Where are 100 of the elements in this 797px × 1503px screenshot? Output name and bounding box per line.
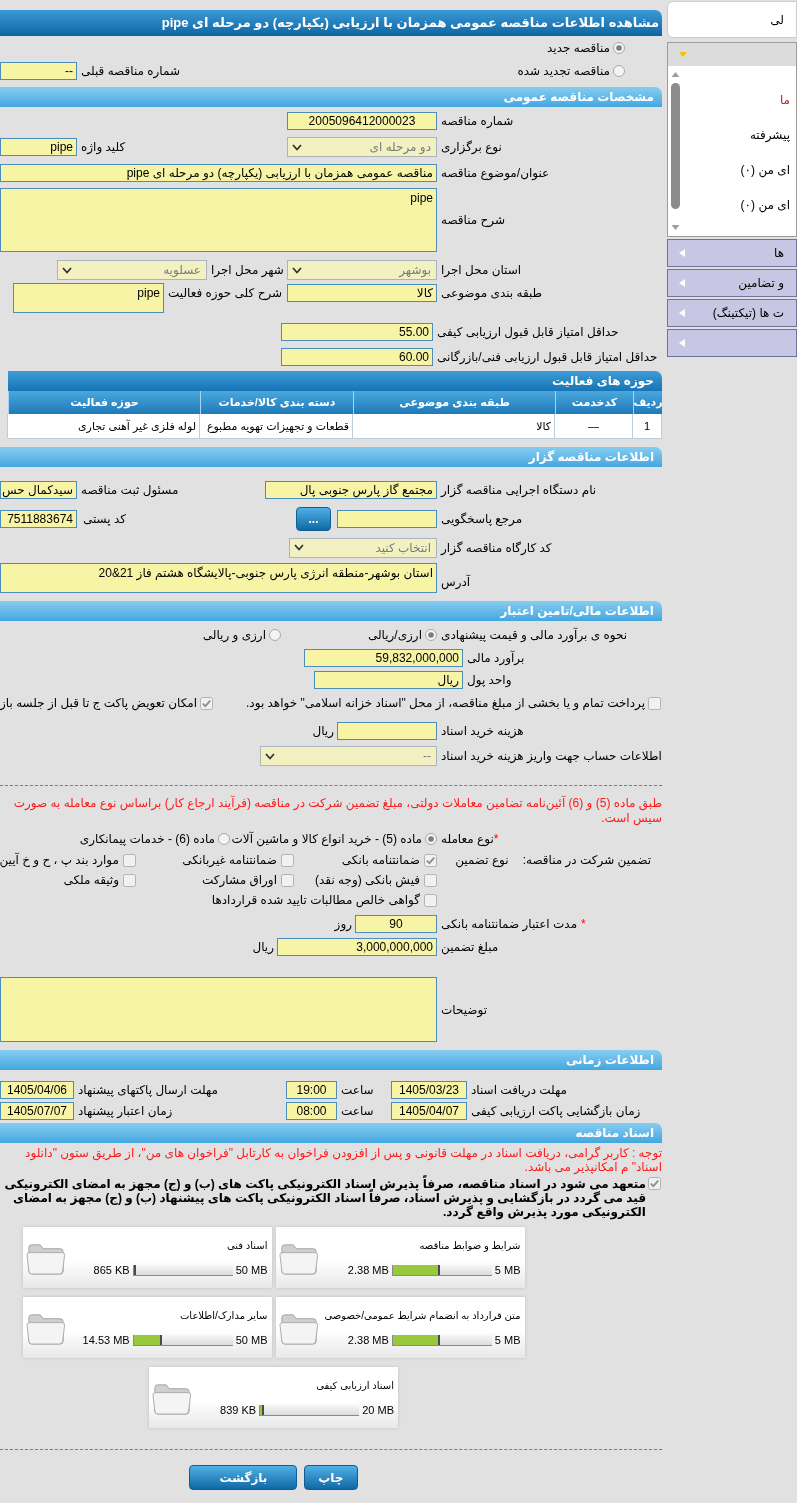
checkbox[interactable]	[648, 1177, 661, 1190]
text-area[interactable]: pipe	[0, 188, 437, 252]
checkbox[interactable]	[123, 873, 136, 887]
field-label: هزینه خرید اسناد	[441, 723, 524, 740]
field-label: ساعت	[341, 1081, 374, 1099]
text-area[interactable]	[0, 977, 437, 1042]
menu-button[interactable]: ت ها (تیکتینگ)	[667, 299, 797, 327]
size-limit: 5 MB	[494, 1263, 521, 1278]
text-area[interactable]: استان بوشهر-منطقه انرژی پارس جنوبی-پالایشگاه هشتم فاز 21&20	[0, 563, 437, 593]
size-limit: 20 MB	[362, 1403, 394, 1418]
dropdown[interactable]: دو مرحله ای	[287, 137, 437, 157]
field-label: شماره مناقصه قبلی	[81, 62, 180, 80]
text-field[interactable]: ریال	[314, 670, 463, 689]
field-label: زمان بازگشایی پاکت ارزیابی کیفی	[471, 1102, 641, 1120]
option-label: ضمانتنامه بانکی	[341, 852, 420, 869]
menu-link[interactable]: پیشرفته	[681, 117, 796, 152]
file-size: 14.53 MB	[82, 1333, 130, 1348]
text-field[interactable]: 3,000,000,000	[277, 937, 437, 956]
field-label: مهلت ارسال پاکتهای پیشنهاد	[78, 1081, 218, 1099]
field-label: مهلت دریافت اسناد	[471, 1081, 568, 1099]
text-field[interactable]: 7511883674	[0, 509, 77, 528]
radio-button[interactable]	[613, 41, 625, 54]
option-label: امکان تعویض پاکت ج تا قبل از جلسه باز	[0, 695, 198, 712]
text-field[interactable]: سیدکمال حس	[0, 481, 77, 499]
menu-link[interactable]: ما	[681, 82, 796, 117]
section-header: مشخصات مناقصه عمومی	[0, 87, 662, 107]
commitment-text: متعهد می شود در اسناد مناقصه، صرفاً پذیرش اسناد الکترونیکی پاکت های (ب) و (ج) مجهز به امضای الکترونیکی قید می گردد در بازگشایی و پذیرش اسناد، صرفاً اسناد الکترونیکی پاکت های پیشنهاد (ب) و (ج) مجهز به امضای الکترونیکی مورد پذیرش واقع گردد.	[3, 1177, 646, 1219]
browse-button[interactable]: ...	[296, 506, 331, 531]
section-header: اطلاعات زمانی	[0, 1050, 662, 1070]
notice-text: توجه : کاربر گرامی، دریافت اسناد در مهلت قانونی و پس از افزودن فراخوان به کارتابل "فراخوان های من"، از طریق ستون "دانلود اسناد" م امکانپذیر می باشد.	[24, 1146, 662, 1174]
checkbox[interactable]	[200, 696, 214, 710]
notice-text: طبق ماده (5) و (6) آئین‌نامه تضامین معاملات دولتی، مبلغ تضمین شرکت در مناقصه (فرآیند ارجاع کار) براساس نوع معامله به صورت سیس است.	[12, 796, 662, 826]
field-label: مدت اعتبار ضمانتنامه بانکی	[441, 915, 578, 933]
text-field[interactable]: مجتمع گاز پارس جنوبی پال	[265, 481, 437, 499]
radio-button[interactable]	[613, 64, 625, 77]
radio-button[interactable]	[425, 629, 437, 641]
radio-label: مناقصه تجدید شده	[517, 62, 610, 80]
text-field[interactable]: مناقصه عمومی همزمان با ارزیابی (یکپارچه) دو مرحله ای pipe	[0, 164, 437, 182]
dropdown[interactable]: --	[260, 746, 437, 766]
chevron-down-icon	[62, 266, 72, 274]
back-button[interactable]: بازگشت	[189, 1465, 298, 1490]
text-field[interactable]: 90	[355, 914, 437, 933]
text-field[interactable]: 08:00	[286, 1101, 337, 1120]
checkbox[interactable]	[424, 853, 437, 867]
field-label: نوع برگزاری	[441, 139, 502, 156]
chevron-down-icon	[265, 752, 275, 760]
menu-button[interactable]: ها	[667, 239, 797, 267]
table-cell: قطعات و تجهیزات تهویه مطبوع	[199, 414, 352, 438]
text-field[interactable]: 1405/04/07	[391, 1101, 467, 1120]
checkbox[interactable]	[281, 853, 294, 867]
file-size: 865 KB	[93, 1263, 130, 1278]
checkbox[interactable]	[424, 893, 437, 907]
checkbox[interactable]	[281, 873, 294, 887]
text-area[interactable]: pipe	[13, 283, 164, 313]
text-field[interactable]: کالا	[287, 284, 437, 302]
file-name: اسناد فنی	[226, 1239, 268, 1252]
field-label: نوع معامله	[441, 831, 494, 848]
radio-label: ارزی و ریالی	[202, 627, 266, 644]
radio-button[interactable]	[218, 833, 230, 845]
text-field[interactable]: 59,832,000,000	[304, 648, 463, 667]
field-label: تضمین شرکت در مناقصه:	[522, 852, 651, 869]
text-field[interactable]: 2005096412000023	[287, 112, 437, 130]
text-field[interactable]: 60.00	[281, 347, 433, 366]
field-label: کلید واژه	[81, 139, 126, 156]
size-limit: 5 MB	[494, 1333, 521, 1348]
text-field[interactable]	[337, 722, 437, 740]
field-label: اطلاعات حساب جهت واریز هزینه خرید اسناد	[441, 748, 662, 765]
field-label: ساعت	[341, 1102, 374, 1120]
field-label: مبلغ تضمین	[441, 938, 499, 956]
scrollbar[interactable]	[670, 70, 681, 232]
option-label: موارد بند پ ، ح و خ آیین	[0, 851, 119, 869]
dropdown[interactable]: عسلویه	[57, 260, 207, 280]
option-label: فیش بانکی (وجه نقد)	[315, 872, 420, 889]
text-field[interactable]	[337, 509, 437, 528]
text-field[interactable]: pipe	[0, 138, 77, 156]
menu-link[interactable]: ای من (۰)	[681, 187, 796, 222]
section-header: اطلاعات مناقصه گزار	[0, 447, 662, 467]
text-field[interactable]: 1405/07/07	[0, 1101, 74, 1120]
menu-button[interactable]: و تضامین	[667, 269, 797, 297]
field-label: مسئول ثبت مناقصه	[81, 482, 179, 499]
text-field[interactable]: 1405/04/06	[0, 1080, 74, 1099]
text-field[interactable]: 55.00	[281, 322, 433, 341]
text-field[interactable]: --	[0, 61, 77, 80]
field-label: شماره مناقصه	[441, 113, 514, 130]
required-mark: *	[581, 915, 586, 933]
home-tab[interactable]: لی	[667, 1, 797, 38]
radio-button[interactable]	[425, 833, 437, 845]
size-limit: 50 MB	[235, 1263, 268, 1278]
checkbox[interactable]	[424, 873, 437, 887]
checkbox[interactable]	[123, 853, 136, 867]
text-field[interactable]: 19:00	[286, 1080, 337, 1099]
dropdown[interactable]: انتخاب کنید	[289, 537, 437, 558]
menu-button[interactable]	[667, 329, 797, 357]
checkbox[interactable]	[648, 696, 661, 710]
radio-button[interactable]	[269, 629, 281, 641]
text-field[interactable]: 1405/03/23	[391, 1080, 467, 1099]
menu-link[interactable]: ای من (۰)	[681, 152, 796, 187]
print-button[interactable]: چاپ	[304, 1465, 358, 1490]
dropdown[interactable]: بوشهر	[287, 260, 437, 280]
size-limit: 50 MB	[235, 1333, 268, 1348]
